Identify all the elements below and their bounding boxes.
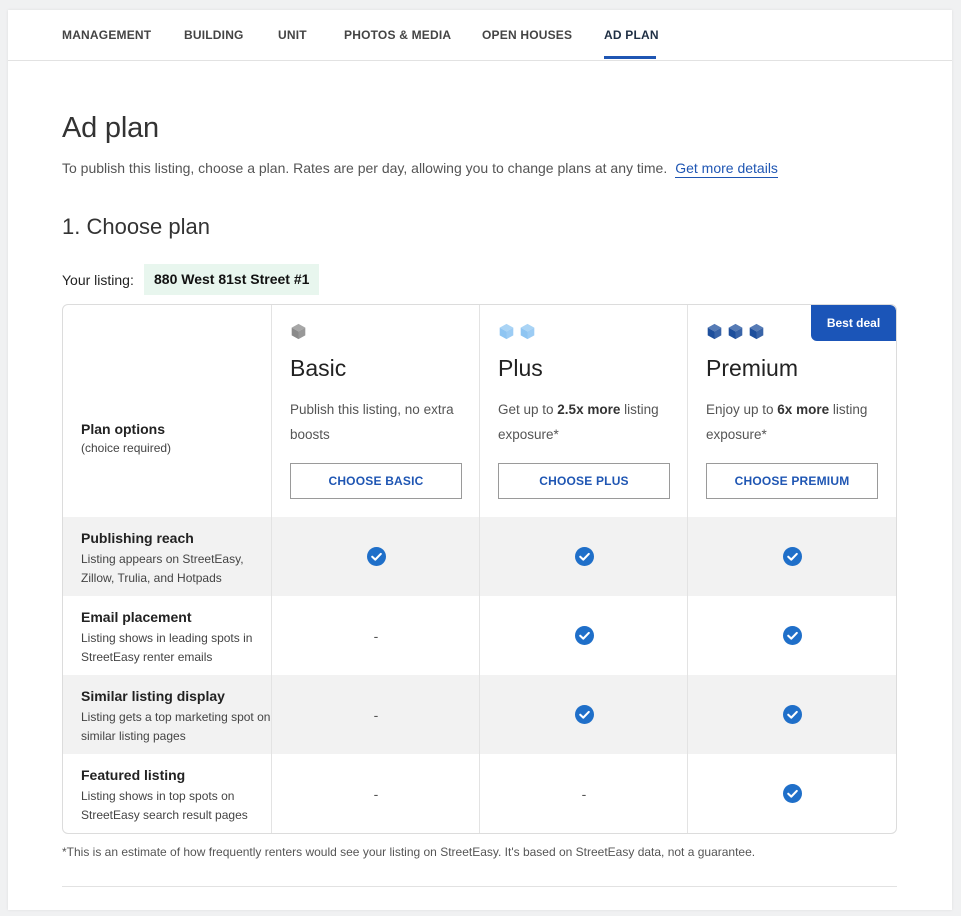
feature-description: Listing appears on StreetEasy, Zillow, T… bbox=[81, 552, 244, 585]
tab-unit[interactable]: UNIT bbox=[278, 28, 307, 42]
cube-icon bbox=[520, 323, 535, 340]
tab-photos-media[interactable]: PHOTOS & MEDIA bbox=[344, 28, 451, 42]
feature-cell bbox=[272, 517, 480, 596]
listing-name: 880 West 81st Street #1 bbox=[144, 264, 320, 295]
ad-plan-page: MANAGEMENT BUILDING UNIT PHOTOS & MEDIA … bbox=[8, 10, 952, 910]
divider bbox=[62, 886, 897, 887]
listing-label: Your listing: bbox=[62, 272, 134, 288]
not-included-dash: - bbox=[373, 785, 379, 802]
feature-cell bbox=[688, 596, 896, 675]
feature-description: Listing shows in leading spots in Street… bbox=[81, 631, 253, 664]
check-circle-icon bbox=[574, 626, 594, 645]
tab-open-houses[interactable]: OPEN HOUSES bbox=[482, 28, 572, 42]
plan-desc-bold: 6x more bbox=[777, 402, 830, 417]
feature-title: Similar listing display bbox=[81, 688, 225, 704]
feature-description: Listing shows in top spots on StreetEasy… bbox=[81, 789, 248, 822]
feature-cell: - bbox=[272, 675, 480, 754]
feature-cell bbox=[480, 675, 688, 754]
plan-description: Get up to 2.5x more listing exposure* bbox=[498, 397, 676, 447]
plan-cubes bbox=[498, 323, 536, 341]
choose-premium-button[interactable]: CHOOSE PREMIUM bbox=[706, 463, 878, 499]
get-more-details-link[interactable]: Get more details bbox=[675, 160, 778, 178]
not-included-dash: - bbox=[373, 627, 379, 644]
active-tab-indicator bbox=[604, 56, 656, 59]
feature-cell: - bbox=[272, 596, 480, 675]
plan-desc-text: Enjoy up to bbox=[706, 402, 778, 417]
plan-basic: Basic Publish this listing, no extra boo… bbox=[272, 305, 480, 517]
choose-basic-button[interactable]: CHOOSE BASIC bbox=[290, 463, 462, 499]
plan-cubes bbox=[706, 323, 765, 341]
check-circle-icon bbox=[782, 784, 802, 803]
plan-cubes bbox=[290, 323, 307, 341]
not-included-dash: - bbox=[581, 785, 587, 802]
cube-icon bbox=[499, 323, 514, 340]
plan-comparison-table: Plan options (choice required) Basic Pub… bbox=[62, 304, 897, 834]
plan-name: Plus bbox=[498, 355, 543, 381]
plan-name: Basic bbox=[290, 355, 347, 381]
choose-plus-button[interactable]: CHOOSE PLUS bbox=[498, 463, 670, 499]
tab-ad-plan[interactable]: AD PLAN bbox=[604, 28, 659, 42]
cube-icon bbox=[749, 323, 764, 340]
feature-cell: - bbox=[272, 754, 480, 833]
tab-building[interactable]: BUILDING bbox=[184, 28, 244, 42]
best-deal-badge: Best deal bbox=[811, 305, 896, 341]
feature-cell bbox=[688, 675, 896, 754]
feature-cell bbox=[688, 517, 896, 596]
plan-options-title: Plan options bbox=[81, 421, 165, 437]
cube-icon bbox=[707, 323, 722, 340]
feature-title: Email placement bbox=[81, 609, 192, 625]
feature-cell bbox=[480, 596, 688, 675]
plan-description: Enjoy up to 6x more listing exposure* bbox=[706, 397, 884, 447]
check-circle-icon bbox=[782, 626, 802, 645]
section-title: 1. Choose plan bbox=[62, 214, 210, 239]
intro-copy: To publish this listing, choose a plan. … bbox=[62, 160, 668, 176]
not-included-dash: - bbox=[373, 706, 379, 723]
plan-name: Premium bbox=[706, 355, 799, 381]
check-circle-icon bbox=[782, 705, 802, 724]
feature-cell bbox=[688, 754, 896, 833]
plan-options-subtitle: (choice required) bbox=[81, 441, 172, 455]
check-circle-icon bbox=[782, 547, 802, 566]
feature-title: Publishing reach bbox=[81, 530, 194, 546]
feature-description: Listing gets a top marketing spot on sim… bbox=[81, 710, 271, 743]
check-circle-icon bbox=[574, 547, 594, 566]
feature-cell: - bbox=[480, 754, 688, 833]
feature-title: Featured listing bbox=[81, 767, 186, 783]
feature-cell bbox=[480, 517, 688, 596]
plan-plus: Plus Get up to 2.5x more listing exposur… bbox=[480, 305, 688, 517]
tab-bar: MANAGEMENT BUILDING UNIT PHOTOS & MEDIA … bbox=[8, 10, 952, 61]
footnote: *This is an estimate of how frequently r… bbox=[62, 845, 756, 859]
plan-description: Publish this listing, no extra boosts bbox=[290, 397, 468, 447]
intro-text: To publish this listing, choose a plan. … bbox=[62, 160, 778, 178]
tab-management[interactable]: MANAGEMENT bbox=[62, 28, 151, 42]
cube-icon bbox=[291, 323, 306, 340]
plan-desc-text: Publish this listing, no extra boosts bbox=[290, 402, 454, 442]
cube-icon bbox=[728, 323, 743, 340]
plan-desc-text: Get up to bbox=[498, 402, 558, 417]
plan-desc-bold: 2.5x more bbox=[557, 402, 621, 417]
check-circle-icon bbox=[366, 547, 386, 566]
page-title: Ad plan bbox=[62, 112, 159, 144]
check-circle-icon bbox=[574, 705, 594, 724]
